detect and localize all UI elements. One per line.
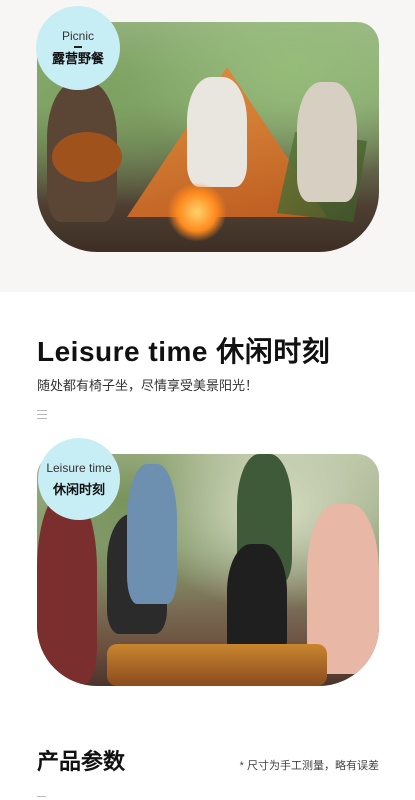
badge-dash — [74, 46, 82, 48]
badge-english: Leisure time — [46, 460, 112, 475]
badge-chinese: 露营野餐 — [51, 50, 104, 66]
measurement-note: * 尺寸为手工测量，略有误差 — [239, 760, 379, 772]
divider — [37, 796, 46, 797]
woman-sitting — [187, 77, 247, 187]
man-left — [37, 494, 97, 684]
params-title: 产品参数 — [37, 749, 126, 774]
section-subtitle: 随处都有椅子坐，尽情享受美景阳光！ — [37, 378, 259, 393]
picnic-spread — [107, 644, 327, 686]
picnic-badge: Picnic 露营野餐 — [36, 6, 120, 90]
woman-standing — [127, 464, 177, 604]
badge-english: Picnic — [61, 29, 94, 44]
section-title: Leisure time 休闲时刻 — [37, 336, 331, 367]
woman-in-chair — [297, 82, 357, 202]
campfire — [167, 182, 227, 242]
leisure-badge: Leisure time 休闲时刻 — [38, 438, 120, 520]
menu-icon — [37, 410, 47, 420]
badge-chinese: 休闲时刻 — [52, 481, 105, 497]
guitar — [52, 132, 122, 182]
